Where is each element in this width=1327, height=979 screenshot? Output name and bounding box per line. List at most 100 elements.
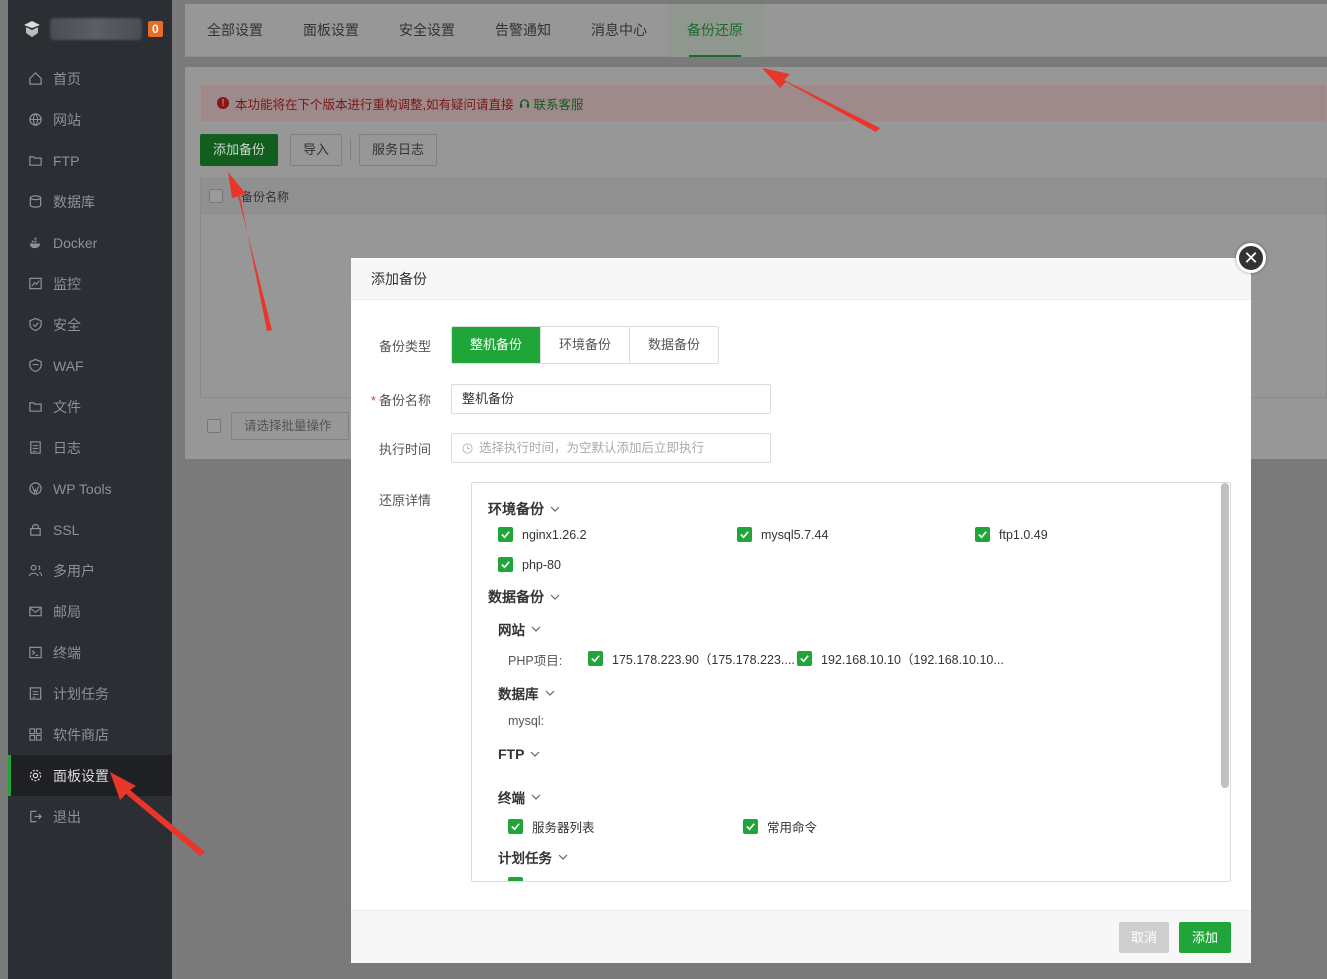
logout-icon xyxy=(30,810,42,823)
close-icon: ✕ xyxy=(1243,248,1259,268)
chevron-down-icon xyxy=(550,506,560,512)
type-data[interactable]: 数据备份 xyxy=(629,327,718,363)
env-item-nginx[interactable]: nginx1.26.2 xyxy=(498,527,587,542)
notification-badge[interactable]: 0 xyxy=(148,21,163,37)
chevron-down-icon xyxy=(531,751,540,757)
sidebar-item-ftp-folder[interactable]: FTP xyxy=(8,140,172,181)
batch-row: 请选择批量操作 xyxy=(207,412,349,440)
tab-alert-notify[interactable]: 告警通知 xyxy=(475,4,571,57)
sidebar-item-gear[interactable]: 面板设置 xyxy=(8,755,172,796)
env-item-ftp[interactable]: ftp1.0.49 xyxy=(975,527,1048,542)
contact-support-link[interactable]: 联系客服 xyxy=(519,94,584,113)
sidebar-item-label: 多用户 xyxy=(53,562,95,579)
env-item-mysql-label: mysql5.7.44 xyxy=(761,527,829,542)
sidebar-item-label: 网站 xyxy=(53,111,81,128)
sidebar-item-globe[interactable]: 网站 xyxy=(8,99,172,140)
env-item-nginx-label: nginx1.26.2 xyxy=(522,527,587,542)
database-subsection[interactable]: 数据库 xyxy=(498,683,555,703)
dialog-title: 添加备份 xyxy=(351,258,1251,300)
term-item-common-cmd[interactable]: 常用命令 xyxy=(743,817,817,836)
backup-type-label: 备份类型 xyxy=(378,338,431,354)
sidebar-item-label: WAF xyxy=(53,357,84,374)
tab-message-center[interactable]: 消息中心 xyxy=(571,4,667,57)
tab-all-settings[interactable]: 全部设置 xyxy=(187,4,283,57)
site-subsection[interactable]: 网站 xyxy=(498,619,541,639)
sidebar-item-users[interactable]: 多用户 xyxy=(8,550,172,591)
brand-name-blurred xyxy=(50,18,142,40)
sidebar-item-folder[interactable]: 文件 xyxy=(8,386,172,427)
cron-item-checkbox-partial[interactable] xyxy=(508,877,523,881)
sidebar-header: 0 xyxy=(8,0,172,58)
type-environment[interactable]: 环境备份 xyxy=(540,327,629,363)
batch-checkbox[interactable] xyxy=(207,419,221,433)
sidebar-item-docker[interactable]: Docker xyxy=(8,222,172,263)
sidebar-item-terminal[interactable]: 终端 xyxy=(8,632,172,673)
data-backup-section[interactable]: 数据备份 xyxy=(488,587,560,607)
required-mark: * xyxy=(370,392,376,408)
home-icon xyxy=(29,72,42,85)
tab-backup-restore[interactable]: 备份还原 xyxy=(667,4,763,57)
term-item-common-cmd-label: 常用命令 xyxy=(767,821,818,835)
error-icon: ! xyxy=(217,97,229,109)
sidebar-item-waf-shield[interactable]: WAF xyxy=(8,345,172,386)
sidebar-item-home[interactable]: 首页 xyxy=(8,58,172,99)
sidebar-item-database[interactable]: 数据库 xyxy=(8,181,172,222)
sidebar-item-label: 文件 xyxy=(53,398,81,415)
close-dialog-button[interactable]: ✕ xyxy=(1236,243,1266,273)
clock-icon xyxy=(462,442,473,454)
site-item-1[interactable]: 175.178.223.90（175.178.223.... xyxy=(588,649,795,668)
terminal-subsection[interactable]: 终端 xyxy=(498,787,541,807)
sidebar-item-label: 日志 xyxy=(53,439,81,456)
detail-scrollbar[interactable] xyxy=(1221,483,1229,788)
checkbox-checked-icon xyxy=(975,527,990,542)
site-item-2[interactable]: 192.168.10.10（192.168.10.10... xyxy=(797,649,1004,668)
checkbox-checked-icon xyxy=(797,651,812,666)
add-backup-button[interactable]: 添加备份 xyxy=(200,134,279,166)
brand-logo-icon xyxy=(24,21,40,37)
database-title: 数据库 xyxy=(498,687,539,702)
shield-icon xyxy=(29,317,42,332)
select-all-checkbox[interactable] xyxy=(209,189,223,203)
import-button[interactable]: 导入 xyxy=(290,134,343,166)
tab-security-settings[interactable]: 安全设置 xyxy=(379,4,475,57)
term-item-server-list-label: 服务器列表 xyxy=(532,821,595,835)
sidebar-item-logout[interactable]: 退出 xyxy=(8,796,172,837)
dialog-footer: 取消 添加 xyxy=(351,910,1251,963)
sidebar-item-label: 面板设置 xyxy=(53,767,109,784)
batch-operation-select[interactable]: 请选择批量操作 xyxy=(231,412,349,440)
env-item-mysql[interactable]: mysql5.7.44 xyxy=(737,527,828,542)
sidebar-item-grid-store[interactable]: 软件商店 xyxy=(8,714,172,755)
alert-text: 本功能将在下个版本进行重构调整,如有疑问请直接 xyxy=(235,97,514,112)
wordpress-icon xyxy=(29,482,42,495)
sidebar-item-calendar-task[interactable]: 计划任务 xyxy=(8,673,172,714)
sidebar-item-wordpress[interactable]: WP Tools xyxy=(8,468,172,509)
exec-time-input[interactable]: 选择执行时间，为空默认添加后立即执行 xyxy=(451,433,771,463)
backup-name-row: * 备份名称 整机备份 xyxy=(351,384,771,414)
tab-panel-settings[interactable]: 面板设置 xyxy=(283,4,379,57)
sidebar-item-monitor-chart[interactable]: 监控 xyxy=(8,263,172,304)
users-icon xyxy=(28,564,43,577)
sidebar-item-label: 计划任务 xyxy=(53,685,109,702)
service-log-button[interactable]: 服务日志 xyxy=(359,134,438,166)
sidebar-item-ssl[interactable]: SSL xyxy=(8,509,172,550)
sidebar-item-shield[interactable]: 安全 xyxy=(8,304,172,345)
toolbar: 添加备份 导入 服务日志 xyxy=(200,134,438,166)
type-full-machine[interactable]: 整机备份 xyxy=(452,327,541,363)
gear-icon xyxy=(29,769,42,782)
checkbox-checked-icon xyxy=(737,527,752,542)
env-item-php[interactable]: php-80 xyxy=(498,557,561,572)
cron-subsection[interactable]: 计划任务 xyxy=(498,847,568,867)
sidebar-item-mail[interactable]: 邮局 xyxy=(8,591,172,632)
site-title: 网站 xyxy=(498,623,525,638)
cancel-button[interactable]: 取消 xyxy=(1118,922,1169,953)
env-backup-section[interactable]: 环境备份 xyxy=(488,499,560,519)
backup-name-input[interactable]: 整机备份 xyxy=(451,384,771,414)
cron-title: 计划任务 xyxy=(498,851,552,866)
column-backup-name: 备份名称 xyxy=(241,189,290,204)
add-button[interactable]: 添加 xyxy=(1178,922,1231,953)
checkbox-checked-icon xyxy=(588,651,603,666)
term-item-server-list[interactable]: 服务器列表 xyxy=(508,817,595,836)
ftp-subsection[interactable]: FTP xyxy=(498,746,540,762)
data-backup-title: 数据备份 xyxy=(488,589,544,605)
sidebar-item-log[interactable]: 日志 xyxy=(8,427,172,468)
